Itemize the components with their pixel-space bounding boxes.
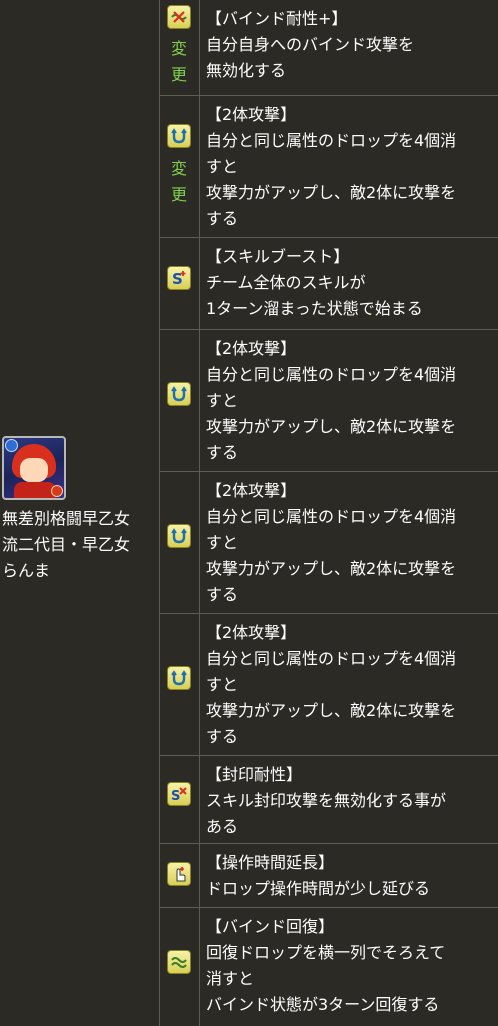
awakening-desc: 自分と同じ属性のドロップを4個消 すと 攻撃力がアップし、敵2体に攻撃を する [206,649,457,746]
awakening-text: 【封印耐性】 スキル封印攻撃を無効化する事が ある [206,762,498,840]
changed-label-top: 変 [170,159,187,178]
awakening-text: 【2体攻撃】 自分と同じ属性のドロップを4個消 すと 攻撃力がアップし、敵2体に… [206,478,498,608]
skill-bind-resist-icon: S [167,782,191,806]
two-prong-attack-icon [167,382,191,406]
svg-text:S: S [172,270,183,287]
two-prong-attack-icon [167,524,191,548]
character-cell: 無差別格闘早乙女 流二代目・早乙女 らんま [0,0,160,1026]
awakening-desc: 自分と同じ属性のドロップを4個消 すと 攻撃力がアップし、敵2体に攻撃を する [206,131,457,228]
awakening-row: 【バインド回復】 回復ドロップを横一列でそろえて 消すと バインド状態が3ターン… [160,908,498,1026]
bind-resist-plus-icon [167,5,191,29]
character-info: 無差別格闘早乙女 流二代目・早乙女 らんま [2,436,158,584]
awakening-desc: 自分自身へのバインド攻撃を 無効化する [206,35,415,80]
awakening-icon-cell [160,614,200,755]
character-name-link[interactable]: 無差別格闘早乙女 流二代目・早乙女 らんま [2,506,158,584]
awakening-icon-cell: 変 更 [160,0,200,95]
awakening-desc: チーム全体のスキルが 1ターン溜まった状態で始まる [206,273,423,318]
awakening-desc: スキル封印攻撃を無効化する事が ある [206,791,447,836]
water-attribute-icon [5,439,18,452]
awakening-icon-cell [160,908,200,1026]
awakening-title: 【バインド耐性+】 [206,9,348,28]
awakening-desc: ドロップ操作時間が少し延びる [206,879,431,898]
awakening-desc: 自分と同じ属性のドロップを4個消 すと 攻撃力がアップし、敵2体に攻撃を する [206,507,457,604]
awakening-desc: 回復ドロップを横一列でそろえて 消すと バインド状態が3ターン回復する [206,943,446,1014]
awakening-text: 【バインド回復】 回復ドロップを横一列でそろえて 消すと バインド状態が3ターン… [206,914,498,1018]
awakening-desc: 自分と同じ属性のドロップを4個消 すと 攻撃力がアップし、敵2体に攻撃を する [206,365,457,462]
awakening-row: 【操作時間延長】 ドロップ操作時間が少し延びる [160,844,498,908]
awakening-title: 【封印耐性】 [206,765,303,784]
awakening-row: S 【スキルブースト】 チーム全体のスキルが 1ターン溜まった状態で始まる [160,238,498,330]
awakening-text: 【2体攻撃】 自分と同じ属性のドロップを4個消 すと 攻撃力がアップし、敵2体に… [206,336,498,466]
awakening-row: 変 更 【バインド耐性+】 自分自身へのバインド攻撃を 無効化する [160,0,498,96]
awakening-icon-cell: S [160,238,200,329]
awakening-row: 【2体攻撃】 自分と同じ属性のドロップを4個消 すと 攻撃力がアップし、敵2体に… [160,614,498,756]
awakening-icon-cell [160,472,200,613]
awakening-text: 【スキルブースト】 チーム全体のスキルが 1ターン溜まった状態で始まる [206,244,498,322]
awakening-row: 【2体攻撃】 自分と同じ属性のドロップを4個消 すと 攻撃力がアップし、敵2体に… [160,472,498,614]
avatar-body [14,482,56,498]
awakening-title: 【バインド回復】 [206,917,335,936]
changed-label-bottom: 更 [170,185,187,204]
awakening-icon-cell: S [160,756,200,843]
character-avatar[interactable] [2,436,66,500]
two-prong-attack-icon [167,124,191,148]
awakening-title: 【操作時間延長】 [206,853,335,872]
awakening-icon-cell [160,330,200,471]
changed-label-top: 変 [170,39,187,58]
awakening-title: 【2体攻撃】 [206,339,297,358]
awakening-row: 【2体攻撃】 自分と同じ属性のドロップを4個消 すと 攻撃力がアップし、敵2体に… [160,330,498,472]
awakening-text: 【操作時間延長】 ドロップ操作時間が少し延びる [206,850,498,902]
fire-sub-attribute-icon [51,485,63,497]
awakening-table: 無差別格闘早乙女 流二代目・早乙女 らんま 変 更 【バインド耐性+】 自分自身… [0,0,498,1026]
awakening-title: 【2体攻撃】 [206,623,297,642]
awakening-text: 【2体攻撃】 自分と同じ属性のドロップを4個消 すと 攻撃力がアップし、敵2体に… [206,620,498,750]
awakening-row: S 【封印耐性】 スキル封印攻撃を無効化する事が ある [160,756,498,844]
awakening-text: 【2体攻撃】 自分と同じ属性のドロップを4個消 すと 攻撃力がアップし、敵2体に… [206,102,498,232]
awakening-title: 【スキルブースト】 [206,247,350,266]
bind-recovery-icon [167,950,191,974]
awakening-icon-cell [160,844,200,907]
skill-boost-icon: S [167,266,191,290]
svg-text:S: S [171,789,180,803]
avatar-face [20,458,48,482]
two-prong-attack-icon [167,666,191,690]
extend-time-icon [167,862,191,886]
awakening-title: 【2体攻撃】 [206,105,297,124]
awakening-icon-cell: 変 更 [160,96,200,237]
awakening-title: 【2体攻撃】 [206,481,297,500]
awakening-row: 変 更 【2体攻撃】 自分と同じ属性のドロップを4個消 すと 攻撃力がアップし、… [160,96,498,238]
changed-label-bottom: 更 [170,65,187,84]
awakening-text: 【バインド耐性+】 自分自身へのバインド攻撃を 無効化する [206,6,498,84]
